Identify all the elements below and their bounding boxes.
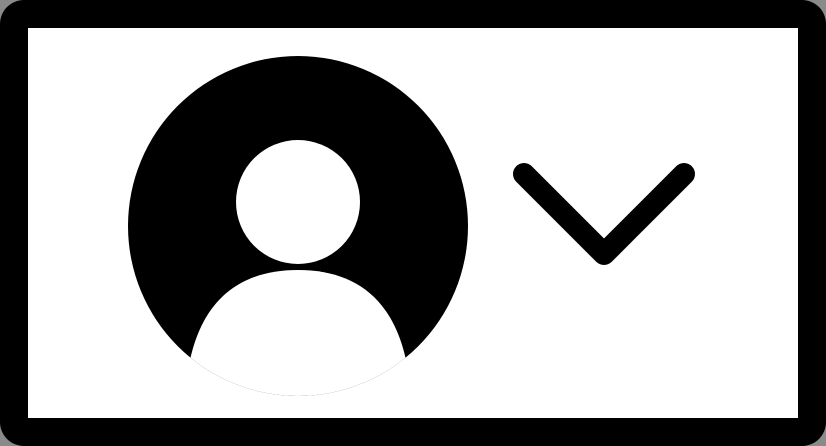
user-avatar-svg [128,56,468,396]
chevron-down-svg [513,163,695,265]
account-menu-button[interactable] [0,0,826,446]
account-menu-surface [28,28,798,418]
chevron-down-icon [510,160,698,270]
chevron-stroke [513,163,695,265]
avatar-head [236,140,360,264]
user-avatar-icon [128,56,468,396]
